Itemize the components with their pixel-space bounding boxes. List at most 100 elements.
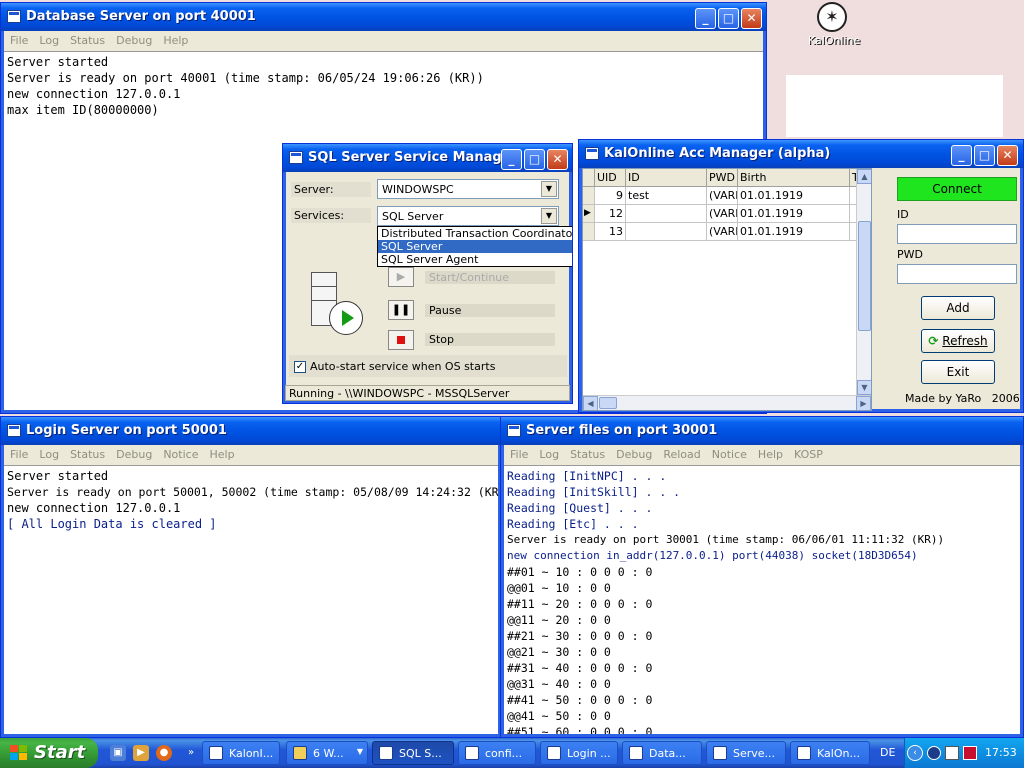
titlebar[interactable]: Database Server on port 40001 _ □ ✕	[1, 3, 766, 31]
cell-uid[interactable]: 9	[595, 187, 626, 205]
menu-file[interactable]: File	[4, 445, 33, 461]
cell-pwd[interactable]: (VARI	[707, 187, 738, 205]
cell-pwd[interactable]: (VARI	[707, 223, 738, 241]
scroll-up-icon[interactable]: ▲	[857, 169, 871, 184]
menu-status[interactable]: Status	[64, 31, 110, 47]
cell-birth[interactable]: 01.01.1919	[738, 223, 850, 241]
menu-help[interactable]: Help	[752, 445, 788, 461]
accounts-grid[interactable]: UID ID PWD Birth Typ 9 test (VARI 01.01.…	[582, 168, 872, 411]
menu-file[interactable]: File	[4, 31, 33, 47]
cell-id[interactable]	[626, 205, 707, 223]
id-input[interactable]	[897, 224, 1017, 244]
refresh-button[interactable]: ⟳ Refresh	[921, 329, 995, 353]
scroll-down-icon[interactable]: ▼	[857, 380, 871, 395]
acc-manager-window[interactable]: KalOnline Acc Manager (alpha) _ □ ✕ UID …	[578, 139, 1024, 413]
taskbar-button-explorer-group[interactable]: 6 W... ▼	[286, 741, 368, 765]
login-server-window[interactable]: Login Server on port 50001 File Log Status…	[0, 416, 502, 738]
maximize-button[interactable]: □	[524, 149, 545, 170]
menu-reload[interactable]: Reload	[657, 445, 705, 461]
security-tray-icon[interactable]	[963, 746, 977, 760]
close-button[interactable]: ✕	[547, 149, 568, 170]
pause-button[interactable]: ❚❚	[388, 300, 414, 320]
start-button[interactable]: Start	[0, 738, 98, 768]
cell-id[interactable]: test	[626, 187, 707, 205]
sql-service-manager-window[interactable]: SQL Server Service Manager _ □ ✕ Server:…	[282, 143, 573, 404]
checkmark-icon[interactable]: ✓	[294, 361, 306, 373]
cell-uid[interactable]: 13	[595, 223, 626, 241]
network-tray-icon[interactable]	[927, 746, 941, 760]
maximize-button[interactable]: □	[974, 145, 995, 166]
menu-debug[interactable]: Debug	[610, 445, 657, 461]
taskbar-button-database-server[interactable]: Data...	[622, 741, 702, 765]
titlebar[interactable]: KalOnline Acc Manager (alpha) _ □ ✕	[579, 140, 1023, 168]
table-row[interactable]: ▶ 12 (VARI 01.01.1919	[583, 205, 871, 223]
cell-pwd[interactable]: (VARI	[707, 205, 738, 223]
menu-status[interactable]: Status	[64, 445, 110, 461]
menu-file[interactable]: File	[504, 445, 533, 461]
media-player-icon[interactable]: ▶	[133, 745, 149, 761]
table-row[interactable]: 13 (VARI 01.01.1919	[583, 223, 871, 241]
dropdown-option-selected[interactable]: SQL Server	[378, 240, 572, 253]
tray-expand-icon[interactable]: ‹	[907, 745, 923, 761]
taskbar-button-server-files[interactable]: Serve...	[706, 741, 786, 765]
table-row[interactable]: 9 test (VARI 01.01.1919	[583, 187, 871, 205]
cell-uid[interactable]: 12	[595, 205, 626, 223]
taskbar-button-login-server[interactable]: Login ...	[540, 741, 618, 765]
taskbar-button-kalonline-browser[interactable]: KalonI...	[202, 741, 280, 765]
add-button[interactable]: Add	[921, 296, 995, 320]
menu-log[interactable]: Log	[33, 445, 64, 461]
menu-help[interactable]: Help	[203, 445, 239, 461]
titlebar[interactable]: SQL Server Service Manager _ □ ✕	[283, 144, 572, 172]
menu-notice[interactable]: Notice	[157, 445, 203, 461]
hscroll-thumb[interactable]	[599, 397, 617, 409]
cell-birth[interactable]: 01.01.1919	[738, 205, 850, 223]
col-header-id[interactable]: ID	[626, 169, 707, 187]
vertical-scrollbar[interactable]: ▲ ▼	[856, 169, 871, 395]
sql-tray-icon[interactable]	[945, 746, 959, 760]
close-button[interactable]: ✕	[741, 8, 762, 29]
server-combobox[interactable]: WINDOWSPC ▼	[377, 179, 559, 199]
menu-debug[interactable]: Debug	[110, 31, 157, 47]
maximize-button[interactable]: □	[718, 8, 739, 29]
language-indicator[interactable]: DE	[880, 746, 895, 759]
scroll-right-icon[interactable]: ▶	[856, 396, 871, 410]
titlebar[interactable]: Login Server on port 50001	[1, 417, 501, 445]
horizontal-scrollbar[interactable]: ◀ ▶	[583, 395, 871, 410]
cell-birth[interactable]: 01.01.1919	[738, 187, 850, 205]
col-header-birth[interactable]: Birth	[738, 169, 850, 187]
col-header-pwd[interactable]: PWD	[707, 169, 738, 187]
taskbar-button-sql-manager[interactable]: SQL S...	[372, 741, 454, 765]
minimize-button[interactable]: _	[951, 145, 972, 166]
menu-log[interactable]: Log	[533, 445, 564, 461]
server-files-window[interactable]: Server files on port 30001 File Log Status…	[500, 416, 1024, 738]
taskbar-button-acc-manager[interactable]: KalOn...	[790, 741, 870, 765]
chevron-down-icon[interactable]: ▼	[541, 181, 557, 197]
scroll-thumb[interactable]	[858, 221, 871, 331]
chevron-down-icon[interactable]: ▼	[541, 208, 557, 224]
menu-debug[interactable]: Debug	[110, 445, 157, 461]
desktop-icon-kalonline[interactable]: ✶ KalOnline	[808, 2, 860, 47]
start-continue-button[interactable]: ▶	[388, 267, 414, 287]
dropdown-option[interactable]: Distributed Transaction Coordinator	[378, 227, 572, 240]
taskbar-button-config[interactable]: confi...	[458, 741, 536, 765]
close-button[interactable]: ✕	[997, 145, 1018, 166]
cell-id[interactable]	[626, 223, 707, 241]
menu-status[interactable]: Status	[564, 445, 610, 461]
minimize-button[interactable]: _	[695, 8, 716, 29]
pwd-input[interactable]	[897, 264, 1017, 284]
menu-kosp[interactable]: KOSP	[788, 445, 828, 461]
menu-notice[interactable]: Notice	[706, 445, 752, 461]
exit-button[interactable]: Exit	[921, 360, 995, 384]
show-desktop-icon[interactable]: ▣	[110, 745, 126, 761]
minimize-button[interactable]: _	[501, 149, 522, 170]
quicklaunch-chevron-icon[interactable]: »	[183, 745, 199, 761]
col-header-uid[interactable]: UID	[595, 169, 626, 187]
menu-help[interactable]: Help	[157, 31, 193, 47]
services-dropdown-list[interactable]: Distributed Transaction Coordinator SQL …	[377, 226, 572, 267]
connect-button[interactable]: Connect	[897, 177, 1017, 201]
autostart-checkbox[interactable]: ✓ Auto-start service when OS starts	[294, 360, 495, 373]
dropdown-option[interactable]: SQL Server Agent	[378, 253, 572, 266]
menu-log[interactable]: Log	[33, 31, 64, 47]
scroll-left-icon[interactable]: ◀	[583, 396, 598, 410]
titlebar[interactable]: Server files on port 30001	[501, 417, 1023, 445]
